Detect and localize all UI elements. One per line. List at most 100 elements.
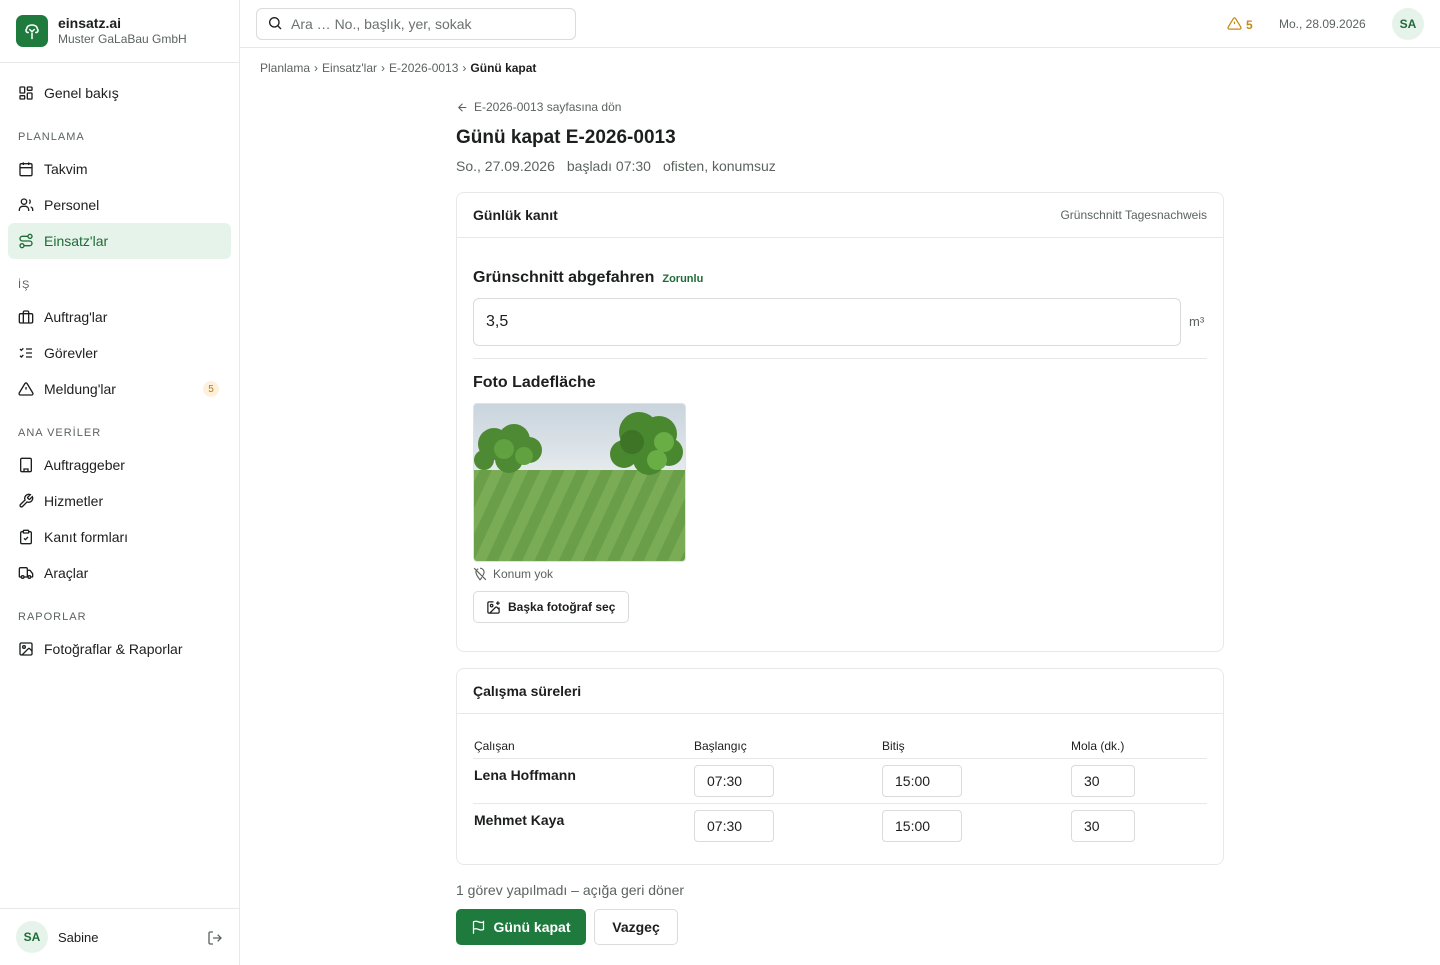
truck-icon — [18, 565, 34, 581]
break-input[interactable]: 30 — [1071, 810, 1135, 842]
back-link[interactable]: E-2026-0013 sayfasına dön — [456, 100, 621, 114]
breadcrumb: Planlama › Einsatz'lar › E-2026-0013 › Günü… — [260, 61, 537, 75]
col-start: Başlangıç — [694, 739, 747, 753]
sidebar-item-overview[interactable]: Genel bakış — [8, 75, 231, 111]
grid-icon — [18, 85, 34, 101]
sidebar-item-staff[interactable]: Personel — [8, 187, 231, 223]
close-day-button[interactable]: Günü kapat — [456, 909, 586, 945]
sidebar-nav: Genel bakış PLANLAMA Takvim Personel Ein… — [0, 63, 239, 667]
unit-label: m³ — [1189, 314, 1205, 329]
calendar-icon — [18, 161, 34, 177]
warning-icon — [18, 381, 34, 397]
page-meta: So., 27.09.2026 başladı 07:30 ofisten, k… — [456, 158, 788, 174]
sidebar-item-photos[interactable]: Fotoğraflar & Raporlar — [8, 631, 231, 667]
table-row: Lena Hoffmann 07:30 15:00 30 — [473, 759, 1207, 804]
col-break: Mola (dk.) — [1071, 739, 1125, 753]
employee-name: Lena Hoffmann — [474, 767, 576, 783]
sidebar-item-label: Einsatz'lar — [44, 233, 109, 249]
sidebar: einsatz.ai Muster GaLaBau GmbH Genel bak… — [0, 0, 240, 965]
meta-start: başladı 07:30 — [566, 158, 651, 174]
route-icon — [18, 233, 34, 249]
no-location-text: Konum yok — [493, 567, 554, 581]
form-name: Grünschnitt Tagesnachweis — [1060, 208, 1207, 222]
card-header: Çalışma süreleri — [457, 669, 1223, 714]
clipboard-check-icon — [18, 529, 34, 545]
sidebar-item-auftrag[interactable]: Auftrag'lar — [8, 299, 231, 335]
section-master: ANA VERİLER — [18, 427, 102, 439]
meldung-count-badge: 5 — [203, 381, 219, 397]
sidebar-item-forms[interactable]: Kanıt formları — [8, 519, 231, 555]
section-work: İŞ — [18, 279, 31, 291]
card-header: Günlük kanıt Grünschnitt Tagesnachweis — [457, 193, 1223, 238]
org-name: Muster GaLaBau GmbH — [58, 32, 187, 46]
required-badge: Zorunlu — [662, 273, 704, 285]
checklist-icon — [18, 345, 34, 361]
sidebar-item-meldung[interactable]: Meldung'lar 5 — [8, 371, 231, 407]
table-header: Çalışan Başlangıç Bitiş Mola (dk.) — [473, 733, 1207, 759]
location-off-icon — [473, 567, 487, 581]
arrow-left-icon — [457, 102, 467, 112]
sidebar-item-label: Auftraggeber — [44, 457, 125, 473]
image-plus-icon — [487, 600, 500, 614]
meta-location: ofisten, konumsuz — [662, 158, 776, 174]
logout-icon[interactable] — [207, 930, 223, 946]
sidebar-item-label: Meldung'lar — [44, 381, 116, 397]
table-row: Mehmet Kaya 07:30 15:00 30 — [473, 804, 1207, 849]
divider — [473, 358, 1207, 359]
worktime-table: Çalışan Başlangıç Bitiş Mola (dk.) Lena … — [473, 733, 1207, 849]
breadcrumb-einsatz[interactable]: Einsatz'lar — [322, 61, 377, 75]
break-input[interactable]: 30 — [1071, 765, 1135, 797]
wrench-icon — [18, 493, 34, 509]
app-name: einsatz.ai — [58, 15, 122, 31]
employee-name: Mehmet Kaya — [474, 812, 565, 828]
field-label-photo: Foto Ladefläche — [473, 374, 596, 391]
image-icon — [18, 641, 34, 657]
card-title: Günlük kanıt — [473, 207, 558, 223]
logo-icon — [16, 15, 48, 47]
sidebar-item-clients[interactable]: Auftraggeber — [8, 447, 231, 483]
choose-photo-button[interactable]: Başka fotoğraf seç — [473, 591, 629, 623]
sidebar-item-vehicles[interactable]: Araçlar — [8, 555, 231, 591]
start-time-input[interactable]: 07:30 — [694, 810, 774, 842]
end-time-input[interactable]: 15:00 — [882, 810, 962, 842]
search-input[interactable] — [291, 16, 561, 32]
sidebar-item-label: Personel — [44, 197, 100, 213]
end-time-input[interactable]: 15:00 — [882, 765, 962, 797]
user-name: Sabine — [58, 929, 99, 945]
sidebar-item-calendar[interactable]: Takvim — [8, 151, 231, 187]
field-label-greencut: Grünschnitt abgefahren Zorunlu — [473, 269, 703, 287]
meta-date: So., 27.09.2026 — [456, 158, 555, 174]
flag-icon — [473, 919, 485, 934]
brand[interactable]: einsatz.ai Muster GaLaBau GmbH — [0, 0, 239, 63]
no-location-indicator: Konum yok — [473, 567, 553, 581]
start-time-input[interactable]: 07:30 — [694, 765, 774, 797]
users-icon — [18, 197, 34, 213]
briefcase-icon — [18, 309, 34, 325]
sidebar-item-label: Fotoğraflar & Raporlar — [44, 641, 183, 657]
current-date: Mo., 28.09.2026 — [1279, 17, 1366, 31]
col-employee: Çalışan — [474, 739, 515, 753]
sidebar-item-label: Auftrag'lar — [44, 309, 108, 325]
page-title: Günü kapat E-2026-0013 — [456, 127, 676, 148]
greencut-volume-input[interactable]: 3,5 — [473, 298, 1181, 346]
sidebar-item-einsatz[interactable]: Einsatz'lar — [8, 223, 231, 259]
sidebar-item-label: Görevler — [44, 345, 98, 361]
alerts-button[interactable]: 5 — [1227, 16, 1253, 34]
sidebar-item-services[interactable]: Hizmetler — [8, 483, 231, 519]
close-day-label: Günü kapat — [493, 919, 571, 935]
field-label-text: Grünschnitt abgefahren — [473, 269, 655, 286]
breadcrumb-planning[interactable]: Planlama — [260, 61, 310, 75]
search-box[interactable] — [256, 8, 576, 40]
sidebar-item-tasks[interactable]: Görevler — [8, 335, 231, 371]
avatar[interactable]: SA — [1392, 8, 1424, 40]
cancel-button[interactable]: Vazgeç — [594, 909, 678, 945]
avatar[interactable]: SA — [16, 921, 48, 953]
col-end: Bitiş — [882, 739, 905, 753]
sidebar-item-label: Takvim — [44, 161, 88, 177]
search-icon — [267, 15, 283, 34]
sidebar-item-label: Araçlar — [44, 565, 89, 581]
breadcrumb-id[interactable]: E-2026-0013 — [389, 61, 458, 75]
section-planning: PLANLAMA — [18, 131, 85, 143]
card-title: Çalışma süreleri — [473, 683, 582, 699]
load-area-photo[interactable] — [473, 403, 686, 562]
